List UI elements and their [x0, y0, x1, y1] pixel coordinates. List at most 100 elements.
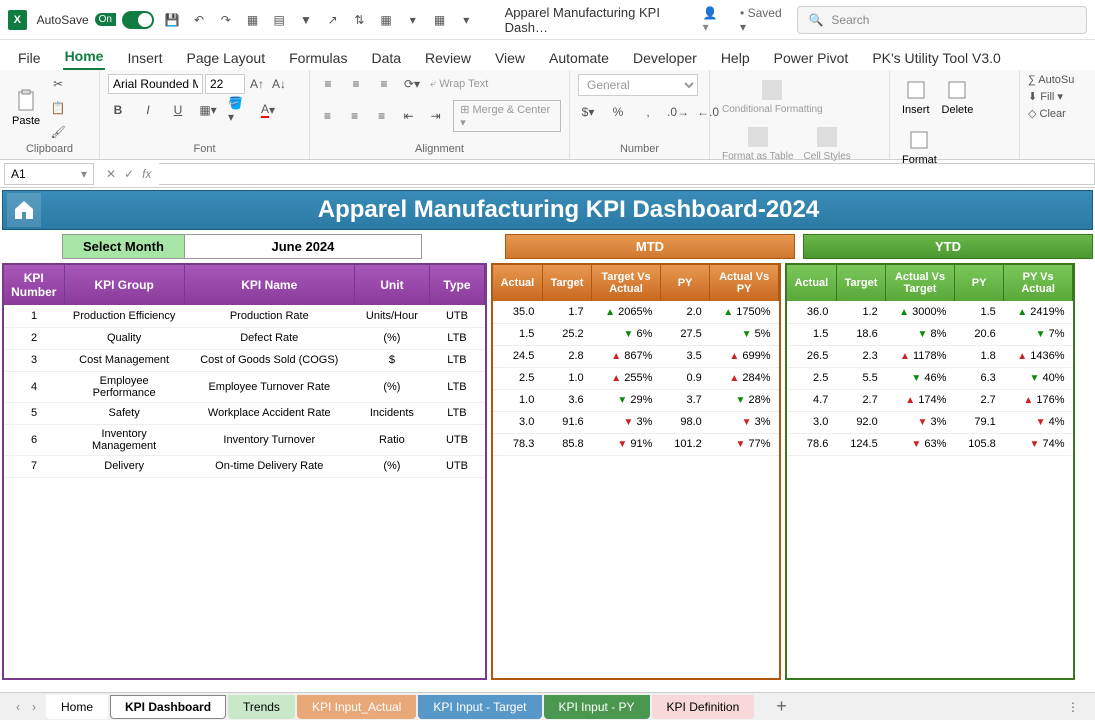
- percent-icon[interactable]: %: [608, 102, 628, 122]
- table-row[interactable]: 2.55.5▼ 46%6.3▼ 40%: [787, 367, 1073, 389]
- increase-font-icon[interactable]: A↑: [247, 74, 267, 94]
- menu-tab-pk-s-utility-tool-v3-0[interactable]: PK's Utility Tool V3.0: [870, 46, 1002, 70]
- menu-tab-page-layout[interactable]: Page Layout: [184, 46, 267, 70]
- delete-cells-button[interactable]: Delete: [938, 74, 978, 120]
- table-row[interactable]: 6Inventory ManagementInventory TurnoverR…: [4, 424, 485, 455]
- format-as-table-button[interactable]: Format as Table: [718, 121, 798, 166]
- font-name-select[interactable]: [108, 74, 203, 94]
- table-row[interactable]: 78.385.8▼ 91%101.2▼ 77%: [493, 433, 779, 455]
- currency-icon[interactable]: $▾: [578, 102, 598, 122]
- sheet-tab-kpi-dashboard[interactable]: KPI Dashboard: [110, 695, 226, 719]
- table-row[interactable]: 3Cost ManagementCost of Goods Sold (COGS…: [4, 349, 485, 371]
- tab-menu-icon[interactable]: ⋮: [1059, 700, 1087, 714]
- table-row[interactable]: 1.525.2▼ 6%27.5▼ 5%: [493, 323, 779, 345]
- border-icon[interactable]: ▦▾: [198, 100, 218, 120]
- filter-icon[interactable]: ▼: [298, 11, 315, 29]
- menu-tab-help[interactable]: Help: [719, 46, 752, 70]
- table-row[interactable]: 3.092.0▼ 3%79.1▼ 4%: [787, 411, 1073, 433]
- table-row[interactable]: 2.51.0▲ 255%0.9▲ 284%: [493, 367, 779, 389]
- search-input[interactable]: 🔍 Search: [797, 6, 1087, 34]
- fill-button[interactable]: ⬇ Fill ▾: [1028, 90, 1082, 103]
- sheet-tab-kpi-input---target[interactable]: KPI Input - Target: [418, 695, 541, 719]
- sheet-tab-home[interactable]: Home: [46, 695, 108, 719]
- menu-tab-power-pivot[interactable]: Power Pivot: [772, 46, 851, 70]
- sheet-tab-kpi-input---py[interactable]: KPI Input - PY: [544, 695, 650, 719]
- merge-center-button[interactable]: ⊞ Merge & Center ▾: [453, 100, 561, 132]
- grid-icon[interactable]: ▦: [244, 11, 261, 29]
- format-painter-icon[interactable]: 🖌: [48, 122, 68, 142]
- table-row[interactable]: 3.091.6▼ 3%98.0▼ 3%: [493, 411, 779, 433]
- enter-formula-icon[interactable]: ✓: [124, 167, 134, 181]
- select-month-dropdown[interactable]: June 2024: [185, 234, 422, 259]
- table-row[interactable]: 5SafetyWorkplace Accident RateIncidentsL…: [4, 402, 485, 424]
- comma-icon[interactable]: ,: [638, 102, 658, 122]
- next-sheet-icon[interactable]: ›: [32, 700, 36, 714]
- sheet-tab-kpi-input-actual[interactable]: KPI Input_Actual: [297, 695, 416, 719]
- menu-tab-review[interactable]: Review: [423, 46, 473, 70]
- table-row[interactable]: 78.6124.5▼ 63%105.8▼ 74%: [787, 433, 1073, 455]
- add-sheet-button[interactable]: +: [776, 696, 787, 717]
- table-row[interactable]: 1.518.6▼ 8%20.6▼ 7%: [787, 323, 1073, 345]
- bold-icon[interactable]: B: [108, 100, 128, 120]
- paste-button[interactable]: Paste: [8, 85, 44, 131]
- prev-sheet-icon[interactable]: ‹: [16, 700, 20, 714]
- cut-icon[interactable]: ✂: [48, 74, 68, 94]
- table-row[interactable]: 24.52.8▲ 867%3.5▲ 699%: [493, 345, 779, 367]
- indent-left-icon[interactable]: ⇤: [399, 106, 418, 126]
- menu-tab-automate[interactable]: Automate: [547, 46, 611, 70]
- table-row[interactable]: 36.01.2▲ 3000%1.5▲ 2419%: [787, 301, 1073, 323]
- font-size-select[interactable]: [205, 74, 245, 94]
- fill-color-icon[interactable]: 🪣▾: [228, 100, 248, 120]
- table-row[interactable]: 1.03.6▼ 29%3.7▼ 28%: [493, 389, 779, 411]
- fx-icon[interactable]: fx: [142, 167, 151, 181]
- cancel-formula-icon[interactable]: ✕: [106, 167, 116, 181]
- font-color-icon[interactable]: A▾: [258, 100, 278, 120]
- align-top-icon[interactable]: ≡: [318, 74, 338, 94]
- number-format-select[interactable]: General: [578, 74, 698, 96]
- clear-button[interactable]: ◇ Clear: [1028, 107, 1082, 120]
- autosum-button[interactable]: ∑ AutoSu: [1028, 74, 1082, 86]
- table-row[interactable]: 4Employee PerformanceEmployee Turnover R…: [4, 371, 485, 402]
- increase-decimal-icon[interactable]: .0→: [668, 102, 688, 122]
- chevron-down-icon[interactable]: ▾: [458, 11, 475, 29]
- underline-icon[interactable]: U: [168, 100, 188, 120]
- table-row[interactable]: 2QualityDefect Rate(%)LTB: [4, 327, 485, 349]
- copy-icon[interactable]: 📋: [48, 98, 68, 118]
- table-row[interactable]: 35.01.7▲ 2065%2.0▲ 1750%: [493, 301, 779, 323]
- table-row[interactable]: 7DeliveryOn-time Delivery Rate(%)UTB: [4, 455, 485, 477]
- menu-tab-insert[interactable]: Insert: [125, 46, 164, 70]
- sort-icon[interactable]: ⇅: [351, 11, 368, 29]
- wrap-text-button[interactable]: ⤶ Wrap Text: [430, 78, 488, 91]
- align-center-icon[interactable]: ≡: [345, 106, 364, 126]
- home-icon[interactable]: [7, 193, 41, 227]
- menu-tab-home[interactable]: Home: [63, 44, 106, 70]
- menu-tab-data[interactable]: Data: [369, 46, 403, 70]
- sheet-tab-trends[interactable]: Trends: [228, 695, 295, 719]
- redo-icon[interactable]: ↷: [217, 11, 234, 29]
- insert-cells-button[interactable]: Insert: [898, 74, 934, 120]
- table-row[interactable]: 26.52.3▲ 1178%1.8▲ 1436%: [787, 345, 1073, 367]
- italic-icon[interactable]: I: [138, 100, 158, 120]
- sheet-tab-kpi-definition[interactable]: KPI Definition: [652, 695, 755, 719]
- align-middle-icon[interactable]: ≡: [346, 74, 366, 94]
- conditional-formatting-button[interactable]: Conditional Formatting: [718, 74, 827, 119]
- indent-right-icon[interactable]: ⇥: [426, 106, 445, 126]
- share-icon[interactable]: ↗: [324, 11, 341, 29]
- autosave-toggle[interactable]: AutoSave On: [37, 11, 154, 29]
- align-bottom-icon[interactable]: ≡: [374, 74, 394, 94]
- save-icon[interactable]: 💾: [164, 11, 181, 29]
- menu-tab-developer[interactable]: Developer: [631, 46, 699, 70]
- menu-tab-file[interactable]: File: [16, 46, 43, 70]
- align-right-icon[interactable]: ≡: [372, 106, 391, 126]
- orientation-icon[interactable]: ⟳▾: [402, 74, 422, 94]
- toggle-icon[interactable]: [122, 11, 154, 29]
- table-row[interactable]: 4.72.7▲ 174%2.7▲ 176%: [787, 389, 1073, 411]
- undo-icon[interactable]: ↶: [191, 11, 208, 29]
- dropdown-icon[interactable]: ▾: [404, 11, 421, 29]
- cell-styles-button[interactable]: Cell Styles: [800, 121, 855, 166]
- pivot-icon[interactable]: ▦: [378, 11, 395, 29]
- decrease-font-icon[interactable]: A↓: [269, 74, 289, 94]
- table-icon[interactable]: ▤: [271, 11, 288, 29]
- menu-tab-formulas[interactable]: Formulas: [287, 46, 349, 70]
- formula-input[interactable]: [159, 163, 1095, 185]
